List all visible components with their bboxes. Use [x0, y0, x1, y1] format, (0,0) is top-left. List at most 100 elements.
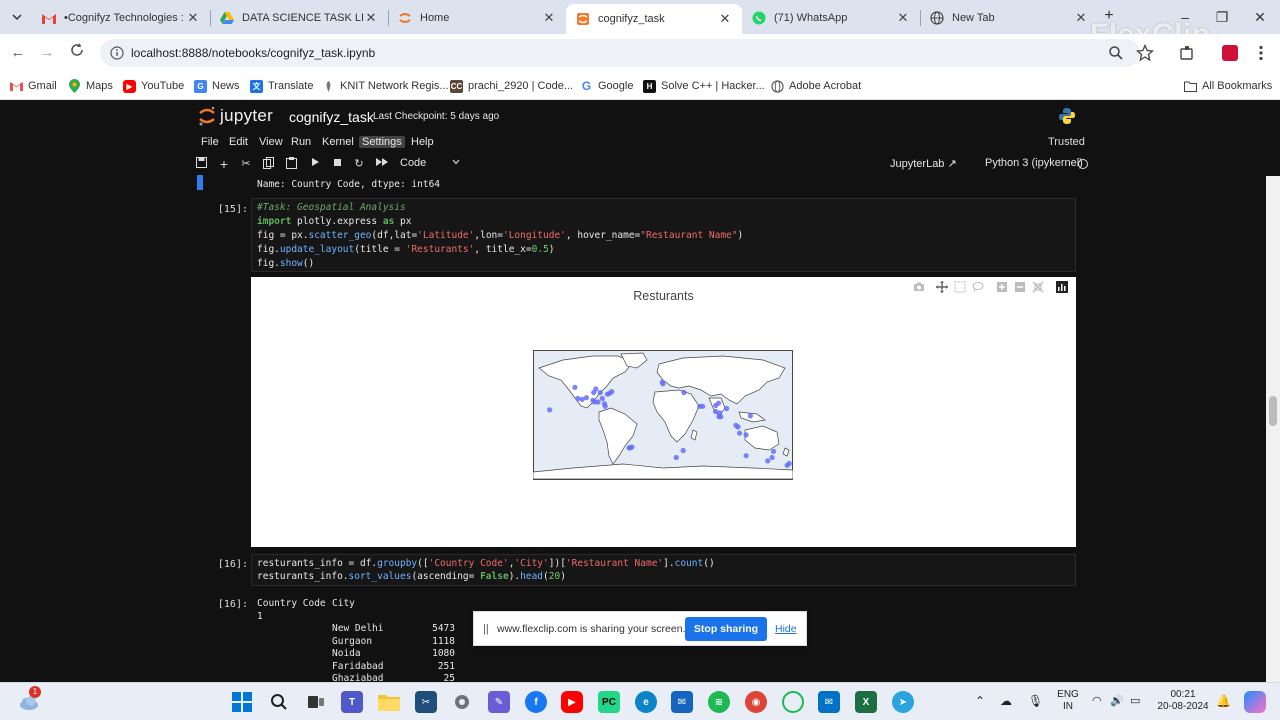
menu-settings[interactable]: Settings	[359, 136, 405, 148]
close-icon[interactable]: ✕	[1074, 10, 1088, 26]
scatter-point[interactable]	[599, 395, 605, 402]
zoom-out-icon[interactable]	[1014, 281, 1026, 293]
scatter-point[interactable]	[700, 403, 706, 409]
scatter-point[interactable]	[724, 405, 730, 412]
scrollbar-thumb[interactable]	[1269, 396, 1277, 426]
scatter-point[interactable]	[595, 399, 601, 405]
pan-icon[interactable]	[936, 281, 948, 293]
bookmark-google[interactable]: G Google	[580, 78, 634, 94]
settings-app[interactable]	[451, 691, 473, 713]
kernel-name[interactable]: Python 3 (ipykernel)	[985, 157, 1083, 169]
spotify-app[interactable]: ≋	[708, 691, 730, 713]
bookmark-gmail[interactable]: Gmail	[10, 78, 57, 94]
close-icon[interactable]: ✕	[186, 10, 200, 26]
copilot-button[interactable]	[1244, 691, 1266, 713]
scatter-point[interactable]	[747, 413, 753, 419]
taskbar-search[interactable]	[268, 691, 290, 713]
scatter-point[interactable]	[784, 462, 790, 468]
box-select-icon[interactable]	[954, 281, 966, 293]
pycharm-app[interactable]: PC	[598, 691, 620, 713]
language-indicator[interactable]: ENG IN	[1053, 689, 1083, 713]
restart-icon[interactable]: ↻	[352, 157, 366, 171]
scatter-point[interactable]	[660, 381, 666, 387]
trusted-indicator[interactable]: Trusted	[1048, 136, 1085, 148]
zoom-icon[interactable]	[1108, 45, 1124, 61]
scatter-point[interactable]	[716, 414, 722, 420]
bookmark-youtube[interactable]: ▶ YouTube	[123, 78, 184, 94]
mail-app[interactable]: ✉	[818, 691, 840, 713]
reset-icon[interactable]	[1032, 281, 1044, 293]
scatter-point[interactable]	[583, 395, 589, 401]
back-button[interactable]: ←	[8, 43, 28, 63]
drag-handle-icon[interactable]: ||	[483, 623, 489, 635]
cell-type-select[interactable]: Code	[400, 157, 426, 169]
bookmark-news[interactable]: G News	[194, 78, 240, 94]
code-cell-15[interactable]: #Task: Geospatial Analysis import plotly…	[251, 198, 1076, 272]
scatter-point[interactable]	[769, 454, 775, 461]
scatter-point[interactable]	[593, 386, 599, 392]
geo-map[interactable]	[533, 350, 793, 480]
bookmark-knit[interactable]: KNIT Network Regis...	[322, 78, 449, 94]
all-bookmarks[interactable]: All Bookmarks	[1184, 78, 1272, 94]
app-chat[interactable]: ✉	[671, 691, 693, 713]
pen-app[interactable]: ✎	[488, 691, 510, 713]
plotly-figure[interactable]: Resturants	[251, 277, 1076, 547]
menu-kernel[interactable]: Kernel	[319, 136, 357, 148]
scatter-point[interactable]	[735, 424, 741, 430]
scatter-point[interactable]	[609, 389, 615, 395]
tray-overflow-icon[interactable]: ⌃	[975, 694, 985, 708]
windows-start-button[interactable]	[231, 691, 253, 713]
forward-button[interactable]: →	[37, 43, 57, 63]
chevron-down-icon[interactable]	[452, 157, 460, 167]
lasso-icon[interactable]	[972, 281, 984, 293]
chrome-app[interactable]: ◉	[745, 691, 767, 713]
run-icon[interactable]	[308, 157, 322, 171]
task-view[interactable]	[305, 691, 327, 713]
weather-widget[interactable]: 1	[18, 686, 41, 713]
scatter-point[interactable]	[713, 402, 719, 409]
cut-icon[interactable]: ✂	[239, 157, 253, 171]
kebab-menu-icon[interactable]	[1252, 44, 1270, 62]
menu-help[interactable]: Help	[408, 136, 437, 148]
file-explorer-app[interactable]	[378, 691, 400, 713]
site-info-icon[interactable]	[110, 46, 124, 60]
reload-button[interactable]	[67, 43, 87, 63]
stop-sharing-button[interactable]: Stop sharing	[685, 617, 767, 641]
edge-app[interactable]: e	[635, 691, 657, 713]
excel-app[interactable]: X	[855, 691, 877, 713]
telegram-app[interactable]: ➤	[892, 691, 914, 713]
menu-run[interactable]: Run	[288, 136, 314, 148]
scatter-point[interactable]	[572, 384, 578, 390]
paste-icon[interactable]	[284, 157, 298, 171]
scatter-point[interactable]	[680, 447, 686, 454]
tab-new-tab[interactable]: New Tab ✕	[920, 4, 1098, 32]
bookmark-maps[interactable]: Maps	[68, 78, 113, 94]
scatter-point[interactable]	[737, 430, 743, 436]
scatter-point[interactable]	[770, 448, 777, 454]
youtube-app[interactable]: ▶	[561, 691, 583, 713]
add-cell-icon[interactable]: +	[217, 157, 231, 171]
scatter-point[interactable]	[575, 395, 581, 402]
scatter-point[interactable]	[765, 458, 771, 464]
hide-banner-link[interactable]: Hide	[775, 623, 797, 635]
scatter-point[interactable]	[673, 454, 679, 461]
menu-edit[interactable]: Edit	[226, 136, 251, 148]
notebook-name[interactable]: cognifyz_task	[289, 109, 374, 125]
star-icon[interactable]	[1136, 44, 1154, 62]
jupyterlab-link[interactable]: JupyterLab ↗	[890, 157, 957, 170]
maximize-button[interactable]: ❐	[1207, 6, 1237, 28]
teams-app[interactable]: T	[341, 691, 363, 713]
extensions-icon[interactable]	[1178, 44, 1196, 62]
close-window-button[interactable]: ✕	[1245, 6, 1275, 28]
bell-icon[interactable]: 🔔	[1216, 694, 1231, 708]
page-scrollbar[interactable]	[1266, 176, 1280, 682]
tab-whatsapp[interactable]: (71) WhatsApp ✕	[742, 4, 920, 32]
tab-gmail[interactable]: •Cognifyz Technologies : C ✕	[32, 4, 210, 32]
tab-drive[interactable]: DATA SCIENCE TASK LIST A ✕	[210, 4, 388, 32]
tab-search-button[interactable]	[6, 6, 28, 28]
onedrive-icon[interactable]: ☁	[1000, 694, 1012, 708]
close-icon[interactable]: ✕	[542, 10, 556, 26]
bookmark-adobe-acrobat[interactable]: Adobe Acrobat	[771, 78, 861, 94]
battery-icon[interactable]: ▭	[1130, 694, 1140, 707]
jupyter-logo[interactable]: jupyter	[198, 105, 273, 127]
